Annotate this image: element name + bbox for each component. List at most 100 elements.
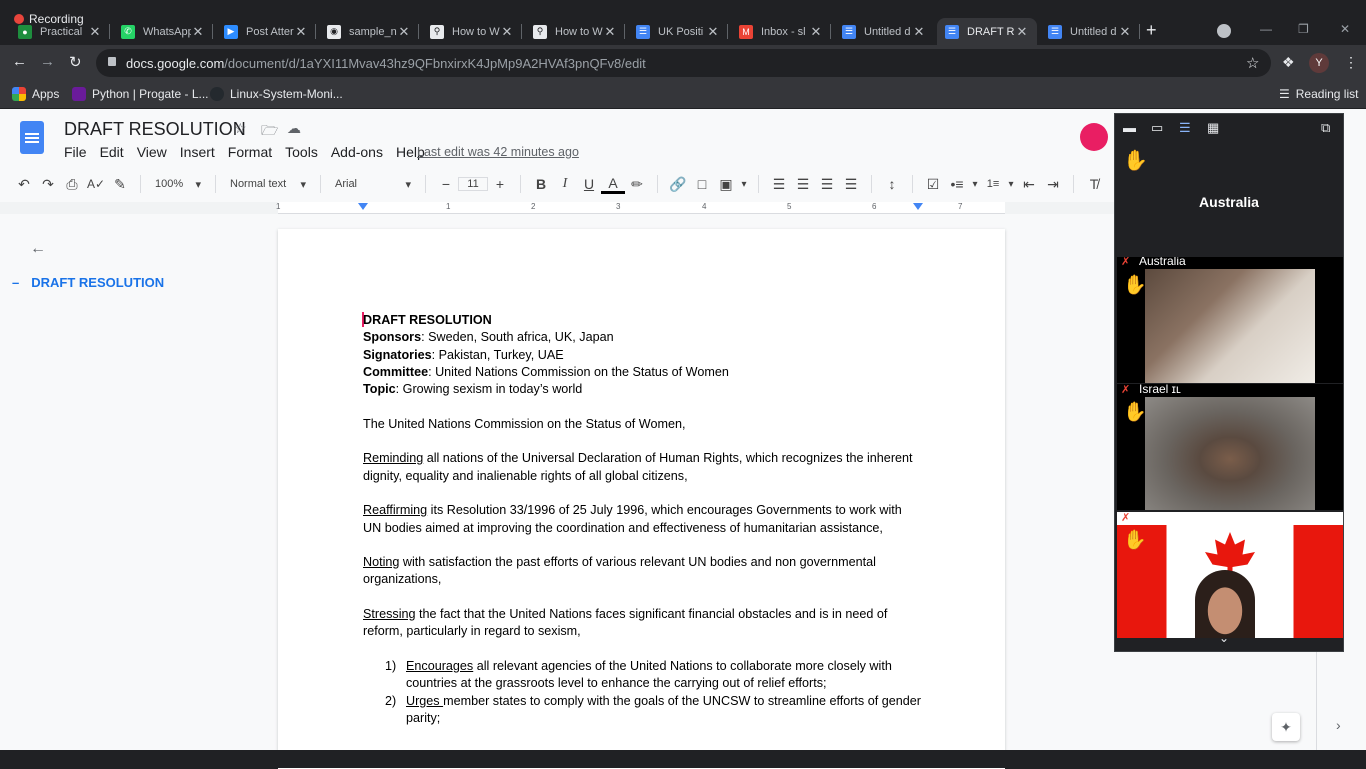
- new-tab-button[interactable]: +: [1146, 20, 1157, 41]
- align-left-icon[interactable]: ☰: [767, 172, 791, 196]
- address-bar[interactable]: docs.google.com/document/d/1aYXI11Mvav43…: [96, 49, 1271, 77]
- font-select[interactable]: Arial ▾: [329, 178, 417, 191]
- highlight-color-icon[interactable]: ✏: [625, 172, 649, 196]
- insert-image-icon[interactable]: ▣: [714, 172, 738, 196]
- url-text[interactable]: docs.google.com/document/d/1aYXI11Mvav43…: [126, 56, 646, 71]
- checklist-icon[interactable]: ☑: [921, 172, 945, 196]
- extensions-puzzle-icon[interactable]: ❖: [1282, 54, 1295, 71]
- star-icon[interactable]: ☆: [234, 120, 247, 137]
- last-edit-link[interactable]: Last edit was 42 minutes ago: [417, 145, 579, 159]
- tab-close-icon[interactable]: ✕: [912, 24, 926, 40]
- font-size-input[interactable]: 11: [458, 177, 488, 191]
- menu-tools[interactable]: Tools: [285, 144, 318, 160]
- insert-comment-icon[interactable]: □: [690, 172, 714, 196]
- back-arrow-icon[interactable]: ←: [12, 53, 27, 70]
- minimize-window-icon[interactable]: —: [1260, 22, 1272, 36]
- undo-icon[interactable]: ↶: [12, 172, 36, 196]
- document-title[interactable]: DRAFT RESOLUTION: [64, 119, 246, 140]
- browser-tab[interactable]: ⚲ How to W ✕: [525, 18, 625, 45]
- participant-tile[interactable]: ✗ Australia ✋: [1117, 257, 1343, 383]
- left-indent-marker[interactable]: [358, 203, 368, 210]
- align-center-icon[interactable]: ☰: [791, 172, 815, 196]
- sidebar-layout-icon[interactable]: ☰: [1179, 120, 1191, 136]
- text-color-icon[interactable]: A: [601, 174, 625, 194]
- menu-view[interactable]: View: [137, 144, 167, 160]
- justify-icon[interactable]: ☰: [839, 172, 863, 196]
- tab-close-icon[interactable]: ✕: [1118, 24, 1132, 40]
- tab-close-icon[interactable]: ✕: [191, 24, 205, 40]
- browser-tab[interactable]: ⚲ How to W ✕: [422, 18, 522, 45]
- clear-formatting-icon[interactable]: T̸: [1082, 172, 1106, 196]
- browser-tab[interactable]: M Inbox - sl ✕: [731, 18, 831, 45]
- move-folder-icon[interactable]: 🗁: [261, 120, 278, 144]
- align-right-icon[interactable]: ☰: [815, 172, 839, 196]
- ruler[interactable]: 1 1 2 3 4 5 6 7: [276, 202, 1005, 214]
- browser-tab[interactable]: ✆ WhatsApp ✕: [113, 18, 213, 45]
- menu-file[interactable]: File: [64, 144, 87, 160]
- right-indent-marker[interactable]: [913, 203, 923, 210]
- bookmark-star-icon[interactable]: ☆: [1246, 54, 1259, 72]
- browser-tab[interactable]: ▶ Post Atter ✕: [216, 18, 316, 45]
- insert-link-icon[interactable]: 🔗: [666, 172, 690, 196]
- reading-list-button[interactable]: ☰ Reading list: [1279, 87, 1358, 101]
- browser-tab[interactable]: ☰ UK Positi ✕: [628, 18, 728, 45]
- grid-layout-icon[interactable]: ▦: [1207, 120, 1219, 136]
- decrease-indent-icon[interactable]: ⇤: [1017, 172, 1041, 196]
- outline-heading-item[interactable]: – DRAFT RESOLUTION: [12, 275, 164, 290]
- redo-icon[interactable]: ↷: [36, 172, 60, 196]
- browser-tab[interactable]: ● Practical ✕: [10, 18, 110, 45]
- browser-tab[interactable]: ◉ sample_n ✕: [319, 18, 419, 45]
- tab-close-icon[interactable]: ✕: [1015, 24, 1029, 40]
- decrease-font-size-icon[interactable]: −: [434, 172, 458, 196]
- menu-edit[interactable]: Edit: [100, 144, 124, 160]
- zoom-select[interactable]: 100% ▾: [149, 178, 207, 191]
- minimize-icon[interactable]: ▬: [1123, 120, 1136, 135]
- bookmark-progate[interactable]: Python | Progate - L...: [72, 87, 209, 101]
- document-page[interactable]: DRAFT RESOLUTION Sponsors: Sweden, South…: [278, 229, 1005, 769]
- print-icon[interactable]: ⎙: [60, 172, 84, 196]
- bulleted-list-icon[interactable]: •≡: [945, 172, 969, 196]
- browser-tab[interactable]: ☰ Untitled d ✕: [834, 18, 934, 45]
- tab-close-icon[interactable]: ✕: [706, 24, 720, 40]
- increase-font-size-icon[interactable]: +: [488, 172, 512, 196]
- tab-close-icon[interactable]: ✕: [500, 24, 514, 40]
- browser-tab[interactable]: ☰ Untitled d ✕: [1040, 18, 1140, 45]
- participant-tile[interactable]: ✗ France ✋: [1117, 512, 1343, 638]
- chevron-down-icon[interactable]: ▾: [969, 172, 981, 196]
- single-tile-icon[interactable]: ▭: [1151, 120, 1163, 136]
- pop-out-icon[interactable]: ⧉: [1321, 120, 1330, 136]
- tab-close-icon[interactable]: ✕: [88, 24, 102, 40]
- participant-tile[interactable]: ✗ Israel ɪʟ ✋: [1117, 384, 1343, 510]
- forward-arrow-icon[interactable]: →: [40, 53, 55, 70]
- menu-addons[interactable]: Add-ons: [331, 144, 383, 160]
- explore-icon[interactable]: ✦: [1272, 713, 1300, 741]
- tab-close-icon[interactable]: ✕: [809, 24, 823, 40]
- paint-format-icon[interactable]: ✎: [108, 172, 132, 196]
- bookmark-linux-monitor[interactable]: Linux-System-Moni...: [210, 87, 343, 101]
- numbered-list-icon[interactable]: 1≡: [981, 172, 1005, 196]
- browser-tab[interactable]: ☰ DRAFT RE✕: [937, 18, 1037, 45]
- tab-search-icon[interactable]: [1217, 24, 1231, 38]
- reload-icon[interactable]: ↻: [69, 53, 82, 71]
- menu-insert[interactable]: Insert: [180, 144, 215, 160]
- chevron-down-icon[interactable]: ▾: [738, 172, 750, 196]
- chrome-menu-icon[interactable]: ⋮: [1344, 54, 1358, 71]
- cloud-status-icon[interactable]: ☁: [287, 120, 301, 137]
- paragraph-style-select[interactable]: Normal text ▾: [224, 178, 312, 191]
- line-spacing-icon[interactable]: ↕: [880, 172, 904, 196]
- collaborator-avatar[interactable]: [1080, 123, 1108, 151]
- underline-icon[interactable]: U: [577, 172, 601, 196]
- chevron-right-icon[interactable]: ›: [1336, 717, 1341, 733]
- chevron-down-icon[interactable]: ⌄: [1219, 631, 1229, 645]
- italic-icon[interactable]: I: [553, 172, 577, 196]
- chevron-down-icon[interactable]: ▾: [1005, 172, 1017, 196]
- profile-avatar[interactable]: Y: [1309, 53, 1329, 73]
- document-body[interactable]: DRAFT RESOLUTION Sponsors: Sweden, South…: [363, 312, 923, 727]
- tab-close-icon[interactable]: ✕: [603, 24, 617, 40]
- close-outline-arrow-icon[interactable]: ←: [30, 240, 46, 258]
- menu-format[interactable]: Format: [228, 144, 272, 160]
- tab-close-icon[interactable]: ✕: [397, 24, 411, 40]
- tab-close-icon[interactable]: ✕: [294, 24, 308, 40]
- bookmark-apps[interactable]: Apps: [12, 87, 59, 101]
- close-window-icon[interactable]: ✕: [1340, 22, 1350, 36]
